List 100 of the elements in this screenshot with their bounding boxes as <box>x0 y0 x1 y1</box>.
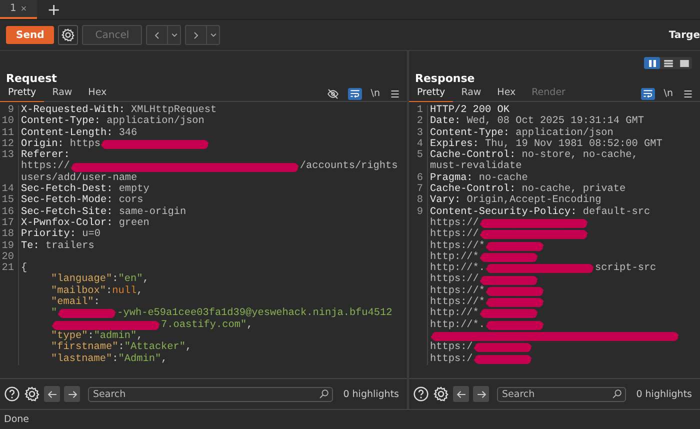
code-text: http://* <box>430 308 479 320</box>
line-number: 9 <box>8 105 14 116</box>
code-text: http://*. <box>430 263 486 274</box>
line-number: 17 <box>2 218 14 229</box>
editor-tab[interactable]: Raw <box>44 86 80 102</box>
code-line: Content-Type: application/json <box>430 128 614 139</box>
code-line: Content-Type: application/json <box>21 116 204 128</box>
target-label: Targe <box>668 30 700 40</box>
newline-toggle[interactable]: \n <box>370 88 380 99</box>
code-text: https:// <box>430 274 479 286</box>
code-text: https:/ <box>430 342 473 354</box>
code-text: https:// <box>21 161 70 172</box>
help-icon[interactable] <box>4 386 20 402</box>
code-text: https://* <box>430 286 486 297</box>
settings-icon[interactable] <box>433 386 449 402</box>
code-line: Date: Wed, 08 Oct 2025 19:31:14 GMT <box>430 116 644 128</box>
caret-down-icon <box>170 33 178 37</box>
next-match-button[interactable] <box>473 386 489 402</box>
menu-icon[interactable] <box>682 88 694 100</box>
settings-icon[interactable] <box>24 386 40 402</box>
status-text: Done <box>4 414 29 425</box>
line-number: 15 <box>2 195 14 206</box>
code-text: , <box>246 320 253 331</box>
caret-down-icon <box>210 33 217 37</box>
code-line: "lastname":"Admin", <box>50 354 168 365</box>
single-pane-icon <box>680 60 688 66</box>
editor-tab[interactable]: Pretty <box>0 86 44 102</box>
line-number: 18 <box>2 229 14 240</box>
code-line: X-Requested-With: XMLHttpRequest <box>21 105 217 116</box>
code-line: Priority: u=0 <box>21 229 100 240</box>
line-number: 10 <box>2 116 14 128</box>
word-wrap-button[interactable] <box>640 88 655 100</box>
line-number: 4 <box>416 138 423 150</box>
code-line: Sec-Fetch-Dest: empty <box>21 184 150 196</box>
code-line: Pragma: no-cache <box>430 172 528 184</box>
eye-slash-icon[interactable] <box>326 88 339 100</box>
chevron-right-icon <box>193 30 200 40</box>
search-icon <box>612 388 622 398</box>
code-text: script-src <box>595 263 656 274</box>
arrow-right-icon <box>476 388 486 400</box>
newline-toggle[interactable]: \n <box>664 88 673 99</box>
line-number: 20 <box>2 252 14 263</box>
code-text: -ywh-e59a1cee03fa1d39@yeswehack.ninja.bfu4512 <box>117 308 392 320</box>
code-text: Origin: <box>21 138 64 150</box>
code-line: Cache-Control: no-cache, private <box>430 184 626 196</box>
settings-icon <box>61 28 76 42</box>
previous-match-button[interactable] <box>44 386 60 402</box>
code-line: "email": <box>50 297 100 308</box>
line-number: 12 <box>2 138 14 150</box>
columns-icon <box>648 60 656 66</box>
line-number: 14 <box>2 184 14 196</box>
settings-button[interactable] <box>58 25 78 45</box>
line-number: 5 <box>416 150 423 162</box>
code-text: https:// <box>430 229 479 240</box>
editor-tab[interactable]: Raw <box>453 86 490 102</box>
wrap-icon <box>350 89 360 98</box>
editor-tab[interactable]: Hex <box>489 86 524 102</box>
code-line: Content-Security-Policy: default-src <box>430 206 650 218</box>
code-text: https://* <box>430 297 486 308</box>
line-number: 9 <box>416 206 423 218</box>
line-number: 6 <box>416 172 423 184</box>
columns-layout-button[interactable] <box>644 57 660 69</box>
code-text: https://* <box>430 240 486 252</box>
line-number: 2 <box>416 116 423 128</box>
code-line: Sec-Fetch-Site: same-origin <box>21 206 186 218</box>
code-text: https:// <box>430 218 479 229</box>
redaction-scribble <box>485 296 546 310</box>
line-number: 19 <box>2 240 14 252</box>
line-number: 1 <box>416 105 423 116</box>
repeater-tab[interactable]: 1 × <box>0 0 38 19</box>
code-line: Expires: Thu, 19 Nov 1981 08:52:00 GMT <box>430 138 662 150</box>
editor-tab[interactable]: Hex <box>80 86 115 102</box>
code-line: Content-Length: 346 <box>21 128 138 139</box>
chevron-left-icon <box>154 30 160 40</box>
response-title: Response <box>414 71 476 86</box>
new-tab-button[interactable]: + <box>47 0 60 19</box>
help-icon[interactable] <box>413 386 429 402</box>
highlights-count: 0 highlights <box>636 388 692 400</box>
next-match-button[interactable] <box>64 386 80 402</box>
line-number: 21 <box>2 263 14 274</box>
code-line: Vary: Origin,Accept-Encoding <box>430 195 602 206</box>
code-text: https <box>70 138 100 150</box>
line-number: 8 <box>416 195 423 206</box>
line-number: 3 <box>416 128 423 139</box>
menu-icon[interactable] <box>389 88 401 100</box>
arrow-left-icon <box>456 388 466 400</box>
code-line: Te: trailers <box>21 240 94 252</box>
code-line: "language":"en", <box>50 274 149 286</box>
line-number: 7 <box>416 184 423 196</box>
code-line: { <box>21 263 28 274</box>
code-text: http://*. <box>430 320 486 331</box>
search-field[interactable]: Search <box>88 386 334 402</box>
code-line: Cache-Control: no-store, no-cache, <box>430 150 638 162</box>
word-wrap-button[interactable] <box>348 88 362 100</box>
search-field[interactable]: Search <box>497 386 626 402</box>
redaction-scribble <box>472 352 533 366</box>
line-number: 11 <box>2 128 14 139</box>
editor-tab[interactable]: Pretty <box>409 86 454 102</box>
code-line: HTTP/2 200 OK <box>430 105 510 116</box>
previous-match-button[interactable] <box>453 386 469 402</box>
